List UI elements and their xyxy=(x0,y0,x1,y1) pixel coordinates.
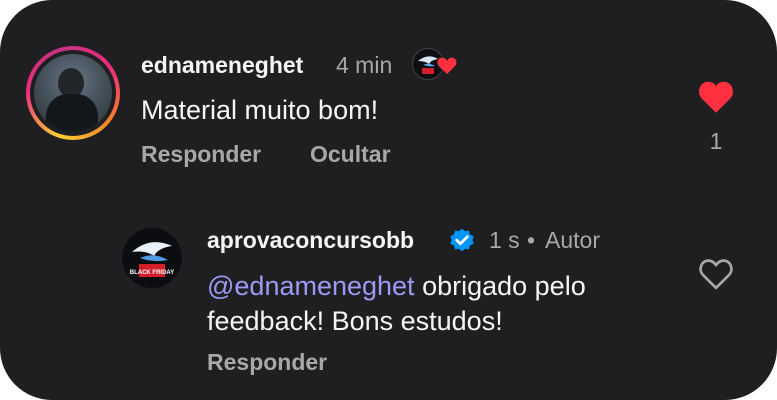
reply-text-line-1: @ednameneghet obrigado pelo xyxy=(207,270,586,303)
author-label: Autor xyxy=(545,227,600,253)
reply-button[interactable]: Responder xyxy=(207,349,327,376)
like-count: 1 xyxy=(709,128,723,154)
author-username[interactable]: aprovaconcursobb xyxy=(207,227,414,254)
meta-separator: • xyxy=(527,227,536,253)
comment-thread-card: ednameneghet 4 min Material muito bom! R… xyxy=(0,0,777,400)
hide-button[interactable]: Ocultar xyxy=(310,141,391,168)
author-avatar[interactable]: BLACK FRIDAY xyxy=(122,228,182,288)
reply-timestamp: 1 s xyxy=(489,227,520,253)
reply-text-line-2: feedback! Bons estudos! xyxy=(207,306,503,336)
creator-liked-heart-icon xyxy=(436,56,458,76)
badge-text: BLACK FRIDAY xyxy=(130,270,174,276)
commenter-username[interactable]: ednameneghet xyxy=(141,52,303,79)
verified-badge-icon xyxy=(450,228,474,252)
reply-button[interactable]: Responder xyxy=(141,141,261,168)
profile-photo xyxy=(34,54,112,132)
comment-timestamp: 4 min xyxy=(336,52,393,78)
mention-link[interactable]: @ednameneghet xyxy=(207,271,415,301)
eagle-logo-icon: BLACK FRIDAY xyxy=(130,242,174,277)
commenter-avatar[interactable] xyxy=(26,46,120,140)
heart-outline-icon[interactable] xyxy=(698,257,734,291)
heart-filled-icon[interactable] xyxy=(698,80,734,114)
comment-text: Material muito bom! xyxy=(141,95,379,125)
reply-text: obrigado pelo xyxy=(422,271,586,301)
